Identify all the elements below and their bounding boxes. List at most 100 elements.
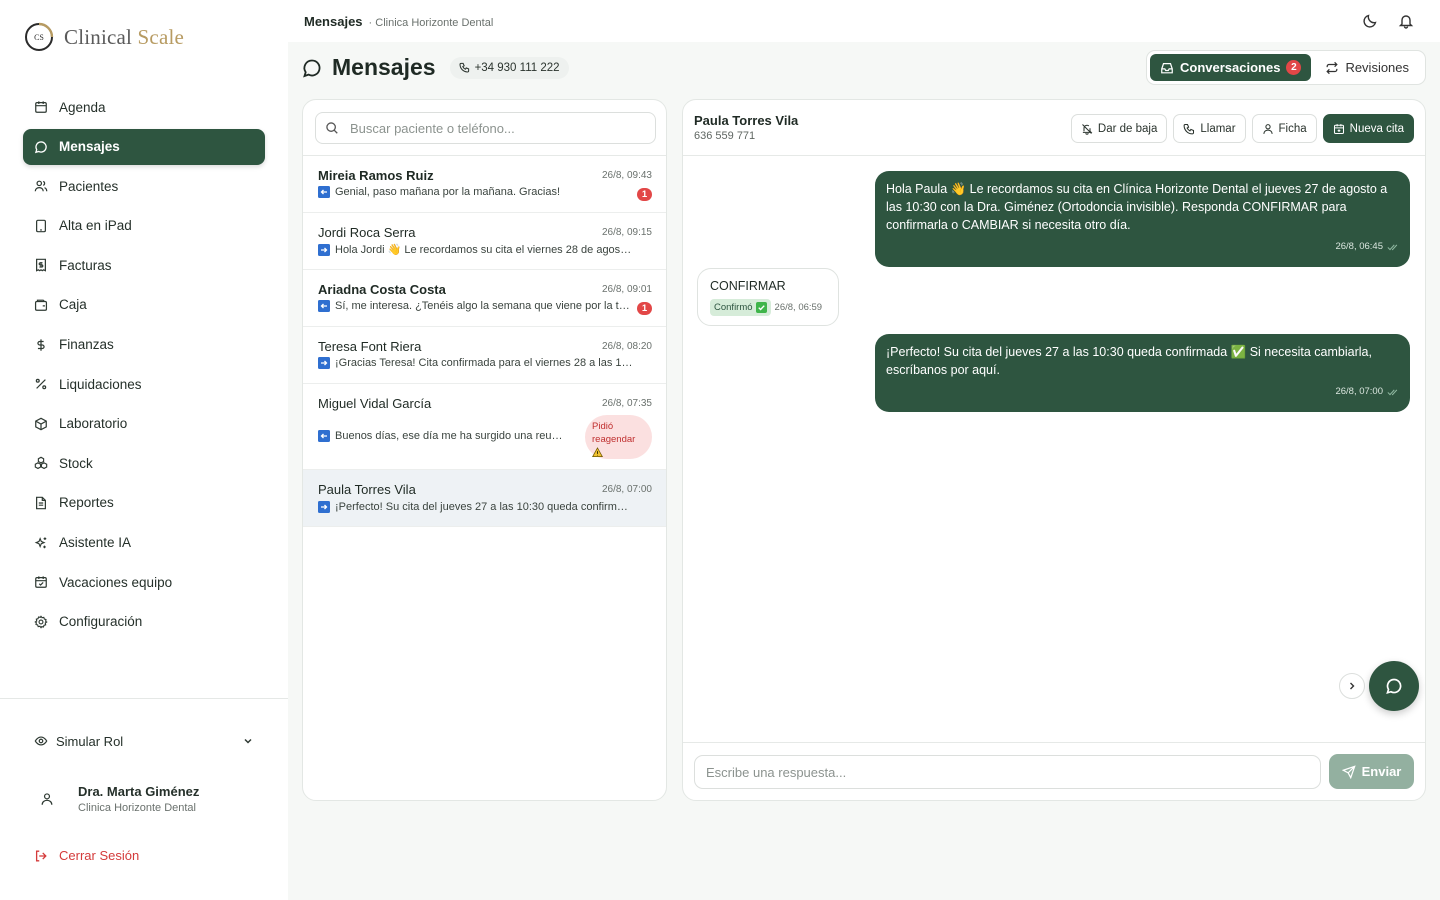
calendar-plus-icon — [1333, 123, 1344, 134]
sidebar-nav: Agenda Mensajes Pacientes Alta en iPad F… — [23, 89, 265, 643]
search-box[interactable] — [315, 112, 656, 144]
outgoing-message-icon — [318, 357, 330, 369]
sidebar-item-liquidaciones[interactable]: Liquidaciones — [23, 366, 265, 402]
bell-icon[interactable] — [1398, 13, 1414, 29]
sidebar-item-agenda[interactable]: Agenda — [23, 89, 265, 125]
conversation-item-miguel[interactable]: Miguel Vidal García 26/8, 07:35 Buenos d… — [303, 384, 666, 470]
tab-conversaciones[interactable]: Conversaciones 2 — [1150, 54, 1312, 81]
simulate-role-dropdown[interactable]: Simular Rol — [34, 730, 254, 752]
unsubscribe-button[interactable]: Dar de baja — [1070, 114, 1168, 143]
conversation-name: Miguel Vidal García — [318, 396, 432, 411]
simulate-role-label: Simular Rol — [56, 733, 124, 749]
sidebar-item-label: Laboratorio — [59, 416, 128, 432]
cube-icon — [35, 417, 47, 431]
sidebar-item-label: Vacaciones equipo — [59, 574, 173, 590]
invoice-icon — [36, 259, 46, 273]
message-meta: 26/8, 07:00 — [886, 383, 1399, 401]
sidebar-item-label: Pacientes — [59, 178, 119, 194]
patient-record-button[interactable]: Ficha — [1251, 114, 1317, 143]
bell-off-icon — [1082, 123, 1093, 135]
warning-icon — [592, 447, 603, 457]
sidebar-item-caja[interactable]: Caja — [23, 287, 265, 323]
sidebar-item-vacaciones-equipo[interactable]: Vacaciones equipo — [23, 564, 265, 600]
double-check-icon — [1387, 244, 1398, 251]
chat-bubble-icon — [303, 59, 321, 77]
conversation-item-mireia[interactable]: Mireia Ramos Ruiz 26/8, 09:43 Genial, pa… — [303, 156, 666, 213]
sidebar-item-alta-ipad[interactable]: Alta en iPad — [23, 208, 265, 244]
repeat-icon — [1326, 61, 1339, 74]
tab-revisiones[interactable]: Revisiones — [1315, 54, 1419, 81]
sidebar-item-label: Alta en iPad — [59, 218, 132, 234]
confirmed-chip: Confirmó — [710, 299, 771, 316]
user-icon — [41, 793, 53, 805]
page-title: Mensajes — [332, 54, 436, 80]
sidebar-item-finanzas[interactable]: Finanzas — [23, 327, 265, 363]
scroll-next-button[interactable] — [1339, 673, 1365, 699]
conversation-preview: Genial, paso mañana por la mañana. Graci… — [318, 186, 633, 198]
conversation-item-paula[interactable]: Paula Torres Vila 26/8, 07:00 ¡Perfecto!… — [303, 470, 666, 527]
outgoing-message: Hola Paula 👋 Le recordamos su cita en Cl… — [875, 171, 1410, 267]
chat-panel: Paula Torres Vila 636 559 771 Dar de baj… — [682, 99, 1426, 801]
phone-icon — [1183, 123, 1195, 134]
boxes-icon — [34, 457, 48, 470]
clinical-scale-logo-icon: CS — [25, 22, 54, 51]
brand-name: Clinical Scale — [64, 24, 185, 49]
sidebar-item-label: Reportes — [59, 495, 114, 511]
sparkles-icon — [34, 536, 47, 548]
user-name: Dra. Marta Giménez — [78, 784, 200, 799]
sidebar-item-pacientes[interactable]: Pacientes — [23, 168, 265, 204]
user-clinic: Clinica Horizonte Dental — [78, 802, 196, 814]
svg-text:CS: CS — [34, 33, 44, 42]
conversation-list: Mireia Ramos Ruiz 26/8, 09:43 Genial, pa… — [303, 156, 666, 527]
conversation-item-teresa[interactable]: Teresa Font Riera 26/8, 08:20 ¡Gracias T… — [303, 327, 666, 384]
search-input[interactable] — [350, 120, 640, 136]
sidebar-item-stock[interactable]: Stock — [23, 445, 265, 481]
sidebar: CS Clinical Scale Agenda Mensajes Pacien… — [0, 0, 288, 900]
user-icon — [1262, 123, 1273, 134]
sidebar-item-mensajes[interactable]: Mensajes — [23, 128, 265, 165]
conversation-item-ariadna[interactable]: Ariadna Costa Costa 26/8, 09:01 Sí, me i… — [303, 270, 666, 327]
reply-input[interactable] — [694, 755, 1321, 789]
conversation-name: Paula Torres Vila — [318, 482, 416, 497]
conversation-name: Ariadna Costa Costa — [318, 282, 446, 297]
message-time: 26/8, 06:45 — [1335, 241, 1383, 252]
sidebar-item-label: Asistente IA — [59, 535, 132, 551]
moon-icon[interactable] — [1362, 13, 1378, 29]
conversation-preview: Sí, me interesa. ¿Tenéis algo la semana … — [318, 300, 633, 312]
chat-header: Paula Torres Vila 636 559 771 Dar de baj… — [683, 100, 1425, 156]
outgoing-message: ¡Perfecto! Su cita del jueves 27 a las 1… — [875, 334, 1410, 412]
call-button[interactable]: Llamar — [1173, 114, 1246, 143]
unread-badge: 1 — [637, 302, 652, 315]
outgoing-message-icon — [318, 500, 330, 513]
conversation-item-jordi[interactable]: Jordi Roca Serra 26/8, 09:15 Hola Jordi … — [303, 213, 666, 270]
conversation-time: 26/8, 08:20 — [601, 341, 652, 352]
sidebar-item-label: Agenda — [59, 99, 106, 115]
sidebar-item-asistente-ia[interactable]: Asistente IA — [23, 525, 265, 561]
conversation-list-panel: Mireia Ramos Ruiz 26/8, 09:43 Genial, pa… — [302, 99, 667, 801]
sidebar-item-label: Mensajes — [59, 139, 120, 155]
sidebar-item-facturas[interactable]: Facturas — [23, 247, 265, 283]
conversation-name: Teresa Font Riera — [318, 339, 422, 354]
conversations-count-badge: 2 — [1286, 60, 1302, 75]
message-text: ¡Perfecto! Su cita del jueves 27 a las 1… — [886, 345, 1372, 377]
floating-chat-button[interactable] — [1369, 661, 1419, 711]
user-info: Dra. Marta Giménez Clinica Horizonte Den… — [78, 784, 199, 814]
chevron-down-icon — [244, 738, 252, 744]
new-appointment-button[interactable]: Nueva cita — [1322, 114, 1414, 143]
conversation-preview: Buenos días, ese día me ha surgido una r… — [318, 430, 563, 442]
top-header: Mensajes · Clinica Horizonte Dental — [288, 0, 1440, 42]
sidebar-item-laboratorio[interactable]: Laboratorio — [23, 406, 265, 442]
message-time: 26/8, 06:59 — [774, 302, 823, 313]
gear-icon — [34, 615, 48, 629]
sidebar-item-configuracion[interactable]: Configuración — [23, 604, 265, 640]
sidebar-item-reportes[interactable]: Reportes — [23, 485, 265, 521]
sidebar-item-label: Configuración — [59, 614, 143, 630]
logout-button[interactable]: Cerrar Sesión — [34, 848, 139, 863]
incoming-message-icon — [318, 430, 330, 442]
cash-register-icon — [34, 299, 48, 311]
send-button[interactable]: Enviar — [1329, 754, 1414, 789]
breadcrumb-current: Mensajes — [304, 14, 363, 29]
incoming-message-icon — [318, 300, 330, 312]
brand-logo[interactable]: CS Clinical Scale — [24, 22, 184, 52]
unread-badge: 1 — [637, 188, 652, 201]
